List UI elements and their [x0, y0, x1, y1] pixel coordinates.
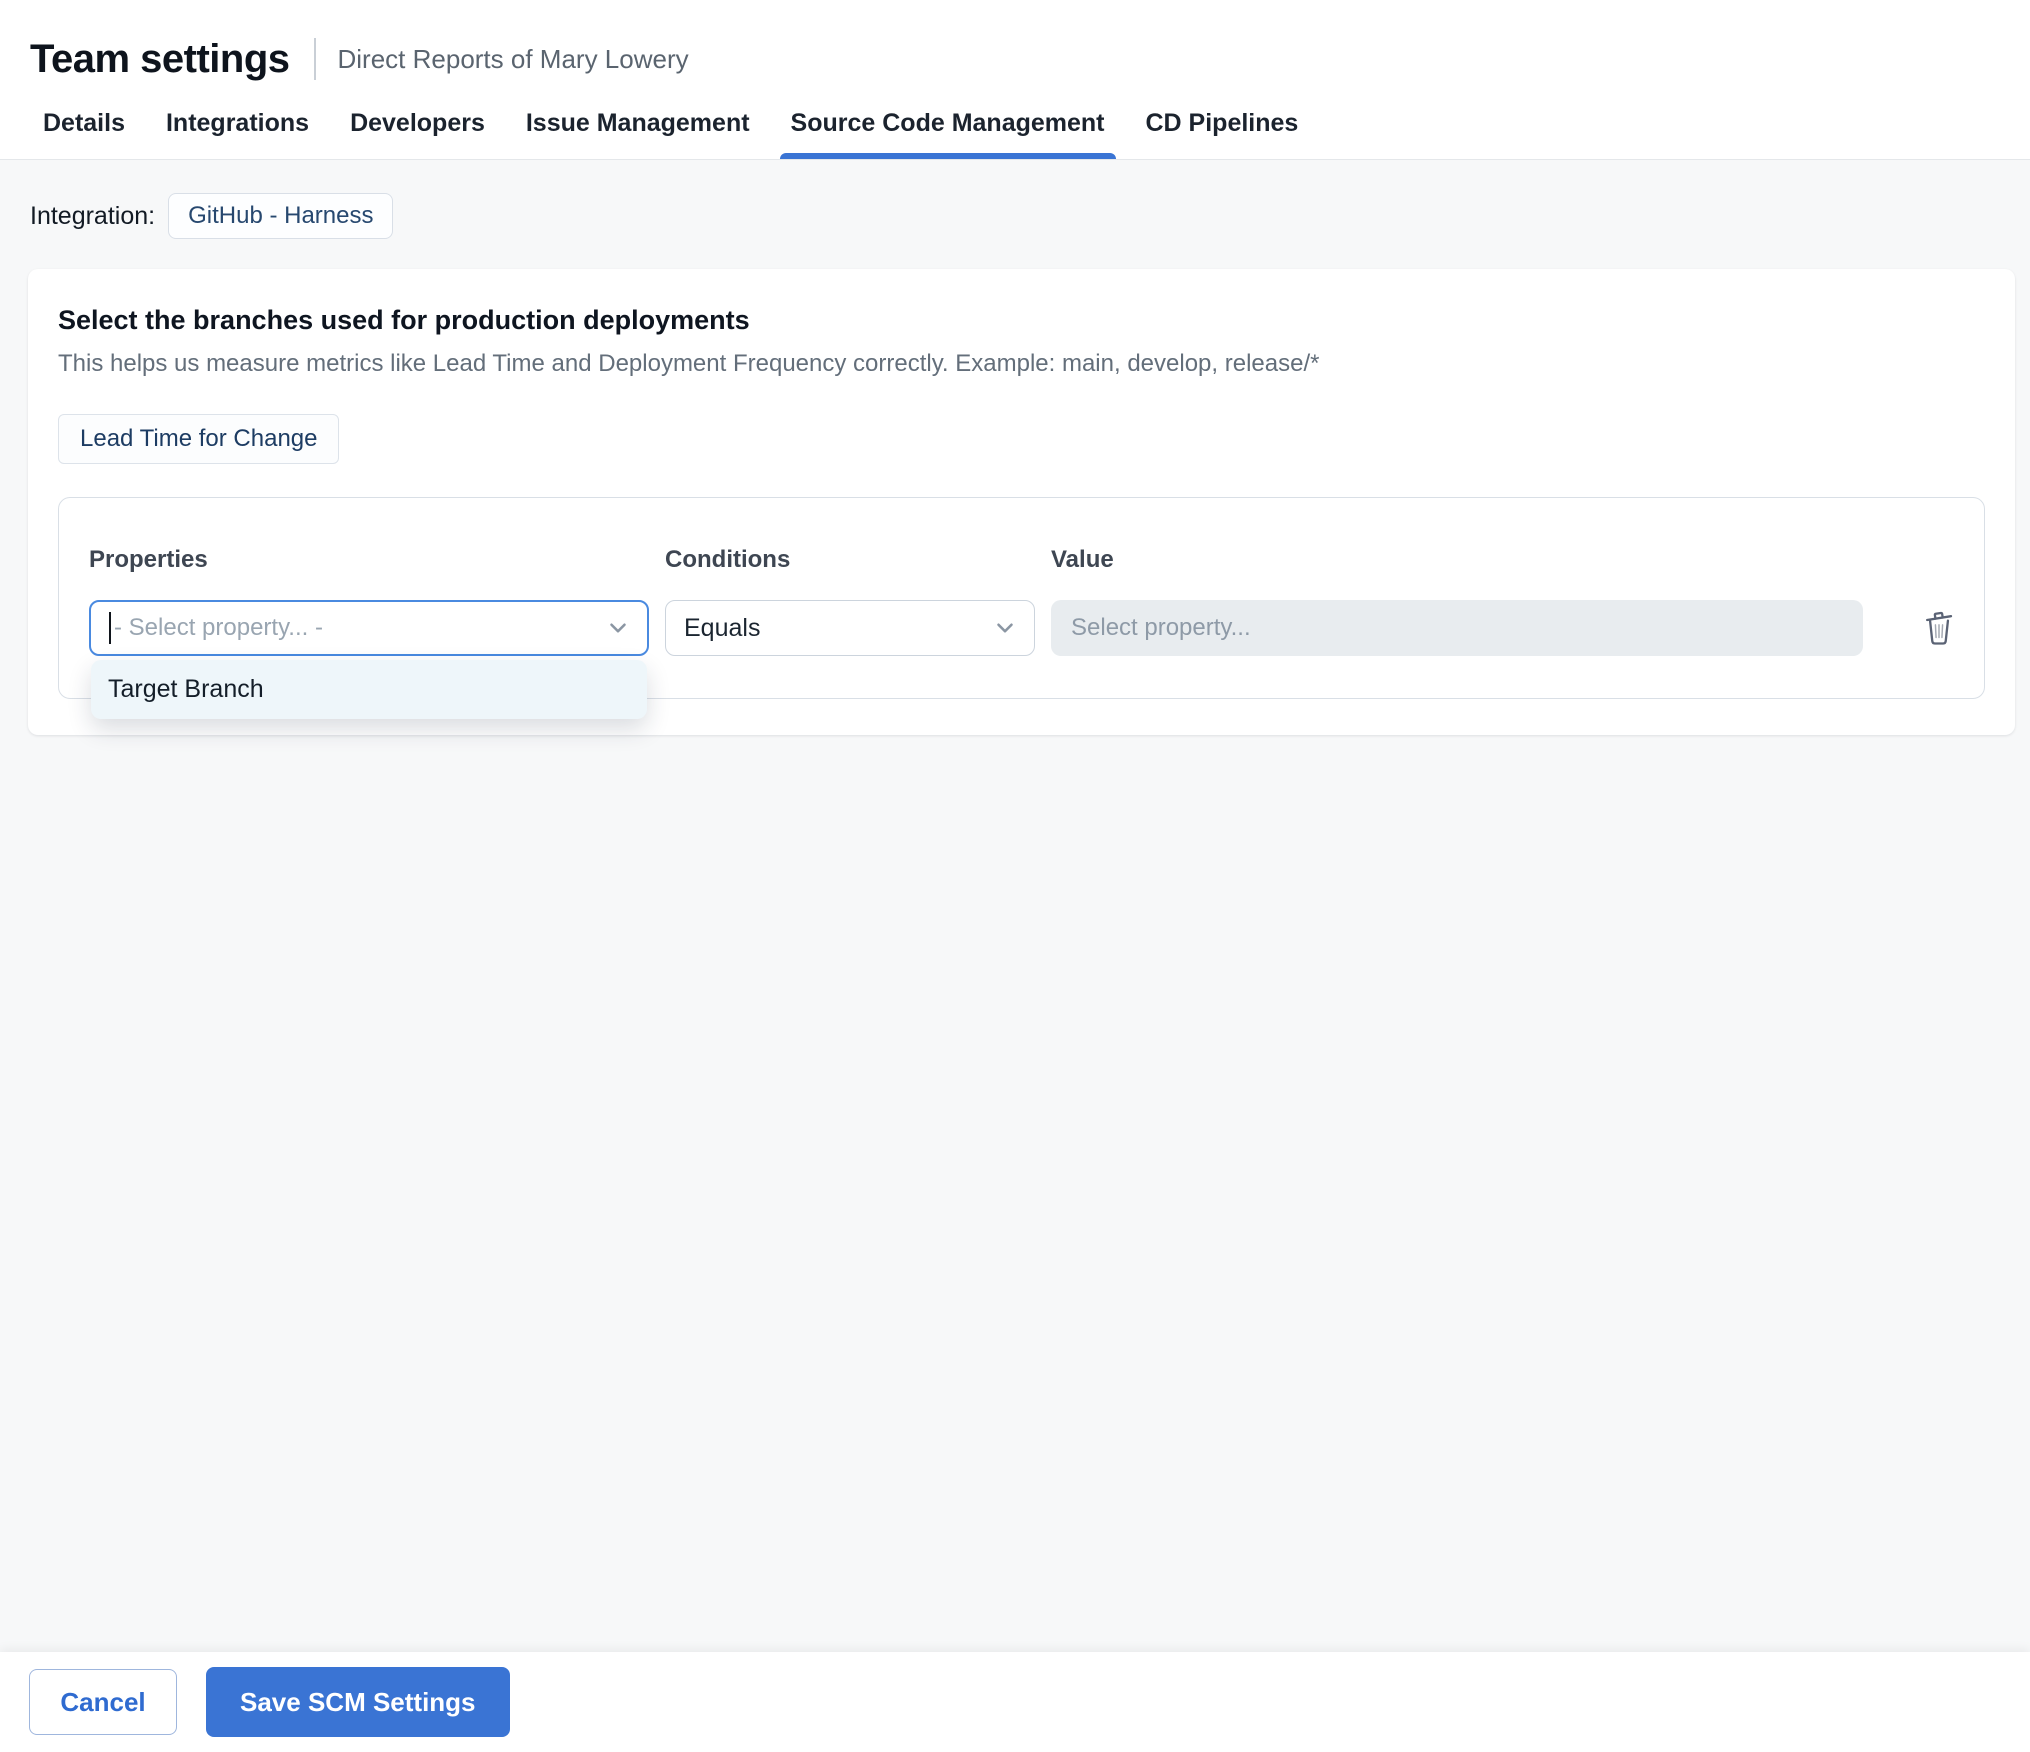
integration-row: Integration: GitHub - Harness — [30, 193, 2030, 239]
condition-select-value: Equals — [684, 613, 761, 642]
cancel-button[interactable]: Cancel — [29, 1669, 177, 1735]
card-title: Select the branches used for production … — [58, 305, 750, 335]
tab-integrations[interactable]: Integrations — [166, 88, 309, 159]
save-scm-settings-button[interactable]: Save SCM Settings — [206, 1667, 510, 1737]
delete-rule-button[interactable] — [1919, 606, 1959, 650]
title-row: Team settings Direct Reports of Mary Low… — [0, 0, 2030, 88]
properties-column-header: Properties — [89, 546, 208, 573]
value-input[interactable] — [1051, 600, 1863, 656]
dropdown-option-target-branch[interactable]: Target Branch — [91, 660, 647, 719]
page-subtitle: Direct Reports of Mary Lowery — [337, 43, 689, 74]
chevron-down-icon — [610, 623, 626, 633]
integration-label: Integration: — [30, 201, 156, 230]
scm-settings-card: Select the branches used for production … — [28, 269, 2015, 735]
integration-chip[interactable]: GitHub - Harness — [168, 193, 394, 239]
tab-cd-pipelines[interactable]: CD Pipelines — [1146, 88, 1299, 159]
page-header: Team settings Direct Reports of Mary Low… — [0, 0, 2030, 160]
property-select-placeholder: - Select property... - — [114, 614, 323, 641]
title-divider — [313, 38, 316, 80]
tab-source-code-management[interactable]: Source Code Management — [779, 88, 1116, 159]
tab-details[interactable]: Details — [43, 88, 125, 159]
card-description: This helps us measure metrics like Lead … — [58, 350, 1320, 377]
value-column-header: Value — [1051, 546, 1114, 573]
main-content: Integration: GitHub - Harness Select the… — [0, 160, 2030, 1652]
conditions-column-header: Conditions — [665, 546, 791, 573]
page-title: Team settings — [30, 36, 290, 81]
rule-header-row: Properties Conditions Value — [89, 546, 1954, 600]
tab-developers[interactable]: Developers — [350, 88, 485, 159]
property-dropdown: Target Branch — [91, 660, 647, 719]
footer-bar: Cancel Save SCM Settings — [0, 1652, 2030, 1752]
branch-rule-panel: Properties Conditions Value - Select pro… — [58, 497, 1985, 719]
lead-time-chip[interactable]: Lead Time for Change — [58, 414, 340, 464]
rule-control-row: - Select property... - Target Branch Equ… — [89, 600, 1954, 719]
tab-issue-management[interactable]: Issue Management — [526, 88, 750, 159]
trash-icon — [1926, 611, 1953, 645]
property-select[interactable]: - Select property... - Target Branch — [89, 600, 649, 719]
tab-bar: Details Integrations Developers Issue Ma… — [0, 88, 2030, 160]
chevron-down-icon — [997, 623, 1013, 633]
text-caret — [109, 612, 111, 644]
condition-select[interactable]: Equals — [665, 600, 1035, 656]
